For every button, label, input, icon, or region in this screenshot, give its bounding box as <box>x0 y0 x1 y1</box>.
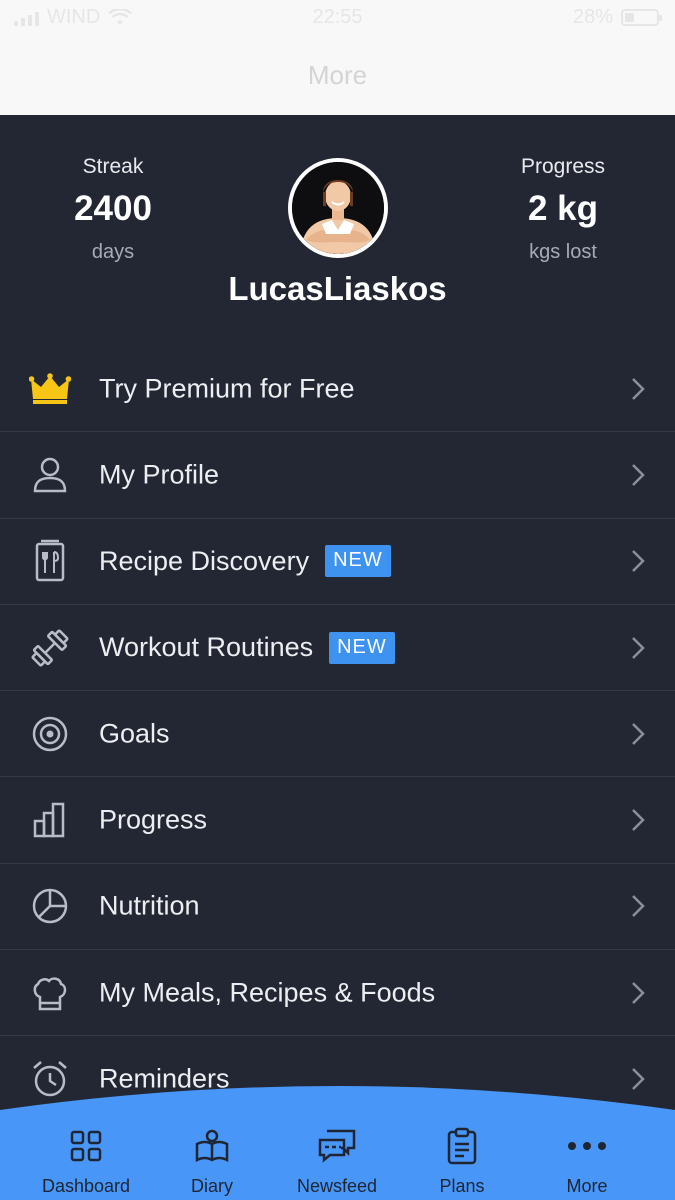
tab-newsfeed[interactable]: Newsfeed <box>277 1124 397 1197</box>
chevron-right-icon <box>632 464 645 486</box>
menu-item-my-profile[interactable]: My Profile <box>0 432 675 519</box>
chevron-right-icon <box>632 895 645 918</box>
menu-item-text: Recipe Discovery <box>99 545 310 576</box>
chevron-right-icon <box>632 636 645 659</box>
page-title: More <box>307 60 368 90</box>
new-badge: NEW <box>325 545 391 578</box>
dashboard-icon <box>70 1130 102 1162</box>
chat-icon <box>318 1129 356 1163</box>
more-menu: Try Premium for Free My Profile Recipe D… <box>0 346 675 1123</box>
chevron-right-icon <box>632 377 645 400</box>
menu-item-recipe-discovery[interactable]: Recipe Discovery NEW <box>0 519 675 605</box>
menu-item-label: Progress <box>99 804 208 835</box>
chevron-right-icon <box>632 809 645 832</box>
crown-icon <box>28 367 72 411</box>
status-bar: WIND 22:55 28% <box>0 0 675 36</box>
menu-item-workout-routines[interactable]: Workout Routines NEW <box>0 605 675 692</box>
progress-value: 2 kg <box>527 189 599 228</box>
chef-hat-icon <box>28 971 72 1015</box>
tab-label: More <box>566 1176 608 1196</box>
menu-item-progress[interactable]: Progress <box>0 777 675 864</box>
target-icon <box>28 712 72 756</box>
clipboard-icon <box>447 1127 477 1165</box>
menu-item-try-premium[interactable]: Try Premium for Free <box>0 346 675 433</box>
tab-dashboard[interactable]: Dashboard <box>26 1124 146 1197</box>
menu-item-goals[interactable]: Goals <box>0 691 675 778</box>
diary-icon <box>195 1129 229 1163</box>
streak-value: 2400 <box>74 189 152 228</box>
tab-label: Plans <box>439 1176 485 1196</box>
streak-stat: Streak 2400 days <box>13 155 213 264</box>
top-bar: WIND 22:55 28% More <box>0 0 675 115</box>
streak-label: Streak <box>82 155 144 178</box>
tab-more[interactable]: More <box>527 1124 647 1197</box>
menu-item-label: My Profile <box>99 459 220 490</box>
tab-label: Dashboard <box>41 1176 131 1196</box>
menu-item-label: Try Premium for Free <box>99 373 355 404</box>
avatar[interactable] <box>288 158 388 258</box>
menu-item-label: Nutrition <box>99 890 200 921</box>
chevron-right-icon <box>632 981 645 1004</box>
bar-chart-icon <box>28 798 72 842</box>
bottom-tab-bar: Dashboard Diary Newsfeed Plans More <box>0 1080 675 1200</box>
progress-unit: kgs lost <box>529 241 597 263</box>
menu-item-label: Goals <box>99 718 170 749</box>
streak-unit: days <box>91 241 135 263</box>
menu-item-label: Workout Routines NEW <box>99 631 395 664</box>
menu-item-text: Workout Routines <box>99 632 314 663</box>
more-dots-icon <box>568 1142 606 1150</box>
chevron-right-icon <box>632 550 645 573</box>
tab-label: Diary <box>190 1176 233 1196</box>
recipe-book-icon <box>28 539 72 583</box>
battery-percent: 28% <box>572 6 613 28</box>
new-badge: NEW <box>329 631 395 664</box>
avatar-illustration <box>292 162 384 254</box>
pie-chart-icon <box>28 884 72 928</box>
battery-icon <box>621 9 662 26</box>
menu-item-label: My Meals, Recipes & Foods <box>99 977 436 1008</box>
menu-item-label: Recipe Discovery NEW <box>99 545 391 578</box>
menu-item-nutrition[interactable]: Nutrition <box>0 864 675 951</box>
chevron-right-icon <box>632 722 645 745</box>
tab-plans[interactable]: Plans <box>402 1124 522 1197</box>
tab-label: Newsfeed <box>296 1176 378 1196</box>
progress-stat: Progress 2 kg kgs lost <box>463 155 663 264</box>
username: LucasLiaskos <box>228 270 447 307</box>
menu-item-my-meals[interactable]: My Meals, Recipes & Foods <box>0 950 675 1037</box>
person-icon <box>28 453 72 497</box>
tab-diary[interactable]: Diary <box>152 1124 272 1197</box>
progress-label: Progress <box>520 155 606 178</box>
dumbbell-icon <box>28 626 72 670</box>
